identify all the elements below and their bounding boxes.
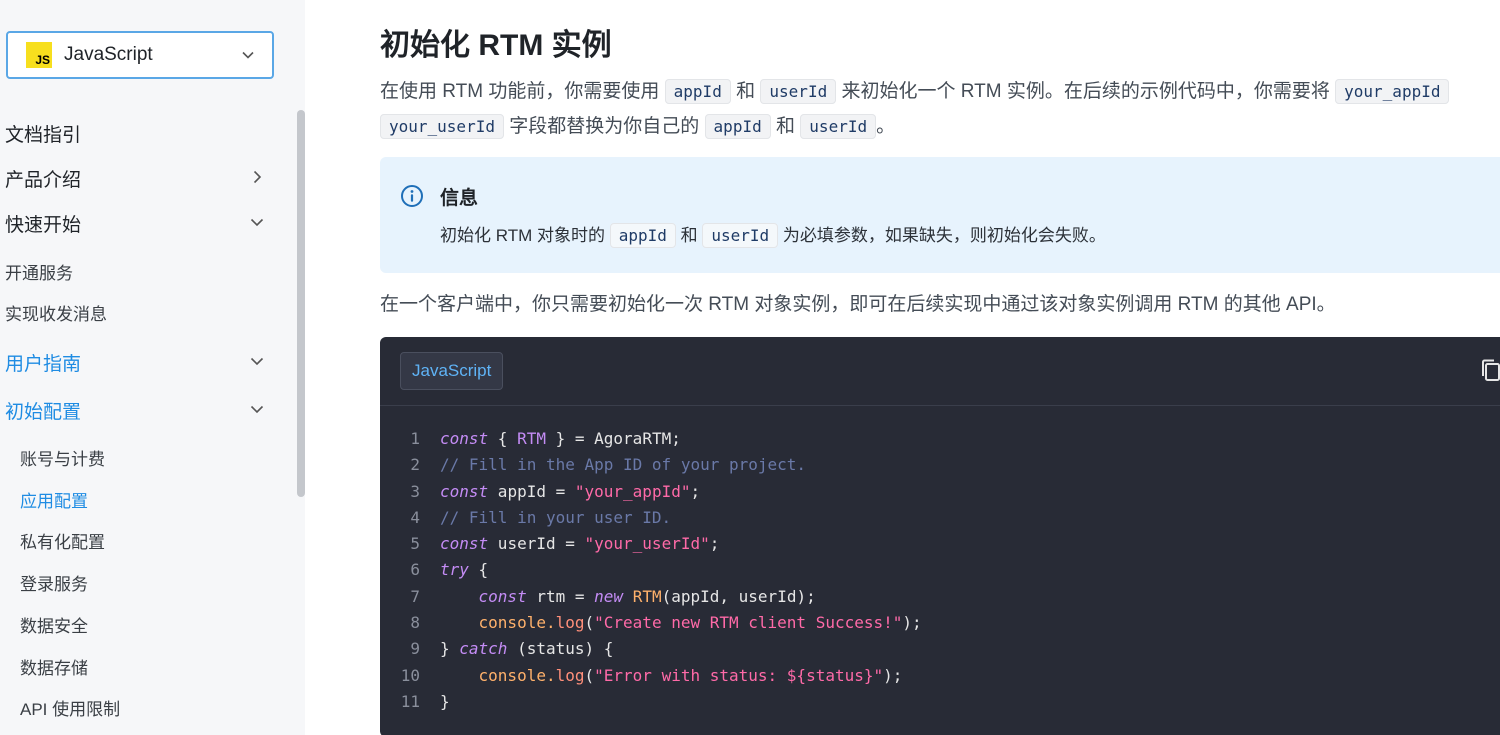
info-text: 初始化 RTM 对象时的 appId 和 userId 为必填参数，如果缺失，则… [440, 219, 1106, 253]
info-callout: 信息 初始化 RTM 对象时的 appId 和 userId 为必填参数，如果缺… [380, 157, 1500, 273]
sidebar-item-private-config[interactable]: 私有化配置 [20, 528, 105, 553]
sidebar: JS JavaScript 文档指引 产品介绍 快速开始 开通服务 实现收发消息… [0, 0, 305, 735]
inline-code: userId [800, 114, 877, 139]
code-line: 2// Fill in the App ID of your project. [410, 455, 807, 475]
code-line: 1 const { RTM } = AgoraRTM; [410, 429, 681, 448]
inline-code: your_appId [1335, 79, 1450, 104]
sidebar-item-send-receive-messages[interactable]: 实现收发消息 [5, 300, 107, 325]
code-block: JavaScript 1 const { RTM } = AgoraRTM; 2/… [380, 337, 1500, 735]
copy-icon[interactable] [1480, 359, 1500, 383]
code-lines: 1 const { RTM } = AgoraRTM; 2// Fill in t… [380, 426, 1500, 715]
paragraph-2: 在一个客户端中，你只需要初始化一次 RTM 对象实例，即可在后续实现中通过该对象… [380, 294, 1336, 315]
code-line: 11} [400, 691, 450, 711]
code-line: 5 const userId = "your_userId"; [410, 534, 720, 554]
code-line: 3 const appId = "your_appId"; [410, 481, 701, 501]
inline-code: appId [609, 223, 676, 248]
sidebar-item-user-guide[interactable]: 用户指南 [5, 349, 81, 376]
code-line: 6 try { [410, 560, 489, 580]
sidebar-item-data-storage[interactable]: 数据存储 [20, 654, 88, 679]
chevron-down-icon[interactable] [250, 402, 264, 416]
code-line: 7 const rtm = new RTM(appId, userId); [410, 586, 816, 606]
sidebar-item-product-intro[interactable]: 产品介绍 [5, 165, 81, 192]
intro-paragraph-line2: your_userId 字段都替换为你自己的 appId 和 userId。 [380, 110, 895, 144]
info-title: 信息 [440, 188, 479, 209]
chevron-down-icon [242, 51, 254, 59]
chevron-right-icon[interactable] [250, 170, 264, 184]
inline-code: appId [704, 114, 771, 139]
code-line: 9} catch (status) { [410, 639, 614, 659]
code-language-tab[interactable]: JavaScript [400, 352, 504, 390]
code-line: 8 console.log("Create new RTM client Suc… [410, 613, 922, 633]
javascript-icon: JS [26, 42, 52, 68]
page-title: 初始化 RTM 实例 [380, 29, 612, 62]
sidebar-item-initial-config[interactable]: 初始配置 [5, 397, 81, 424]
language-select[interactable]: JS JavaScript [6, 31, 274, 79]
language-select-value: JavaScript [64, 44, 153, 65]
code-block-header: JavaScript [380, 337, 1500, 406]
info-icon [401, 185, 423, 207]
sidebar-item-app-config[interactable]: 应用配置 [20, 487, 88, 512]
sidebar-item-api-limits[interactable]: API 使用限制 [20, 695, 120, 720]
sidebar-item-enable-service[interactable]: 开通服务 [5, 259, 73, 284]
sidebar-item-login-service[interactable]: 登录服务 [20, 570, 88, 595]
inline-code: userId [702, 223, 779, 248]
sidebar-item-docs-guide[interactable]: 文档指引 [5, 120, 81, 147]
inline-code: your_userId [380, 114, 504, 139]
sidebar-item-quick-start[interactable]: 快速开始 [5, 210, 81, 237]
sidebar-item-account-billing[interactable]: 账号与计费 [20, 445, 105, 470]
sidebar-scrollbar[interactable] [297, 110, 305, 497]
chevron-down-icon[interactable] [250, 354, 264, 368]
code-line: 4// Fill in your user ID. [410, 507, 672, 527]
sidebar-item-data-security[interactable]: 数据安全 [20, 612, 88, 637]
chevron-down-icon[interactable] [250, 215, 264, 229]
code-line: 10 console.log("Error with status: ${sta… [400, 665, 903, 685]
intro-paragraph-line1: 在使用 RTM 功能前，你需要使用 appId 和 userId 来初始化一个 … [380, 75, 1450, 109]
inline-code: appId [664, 79, 731, 104]
inline-code: userId [760, 79, 837, 104]
